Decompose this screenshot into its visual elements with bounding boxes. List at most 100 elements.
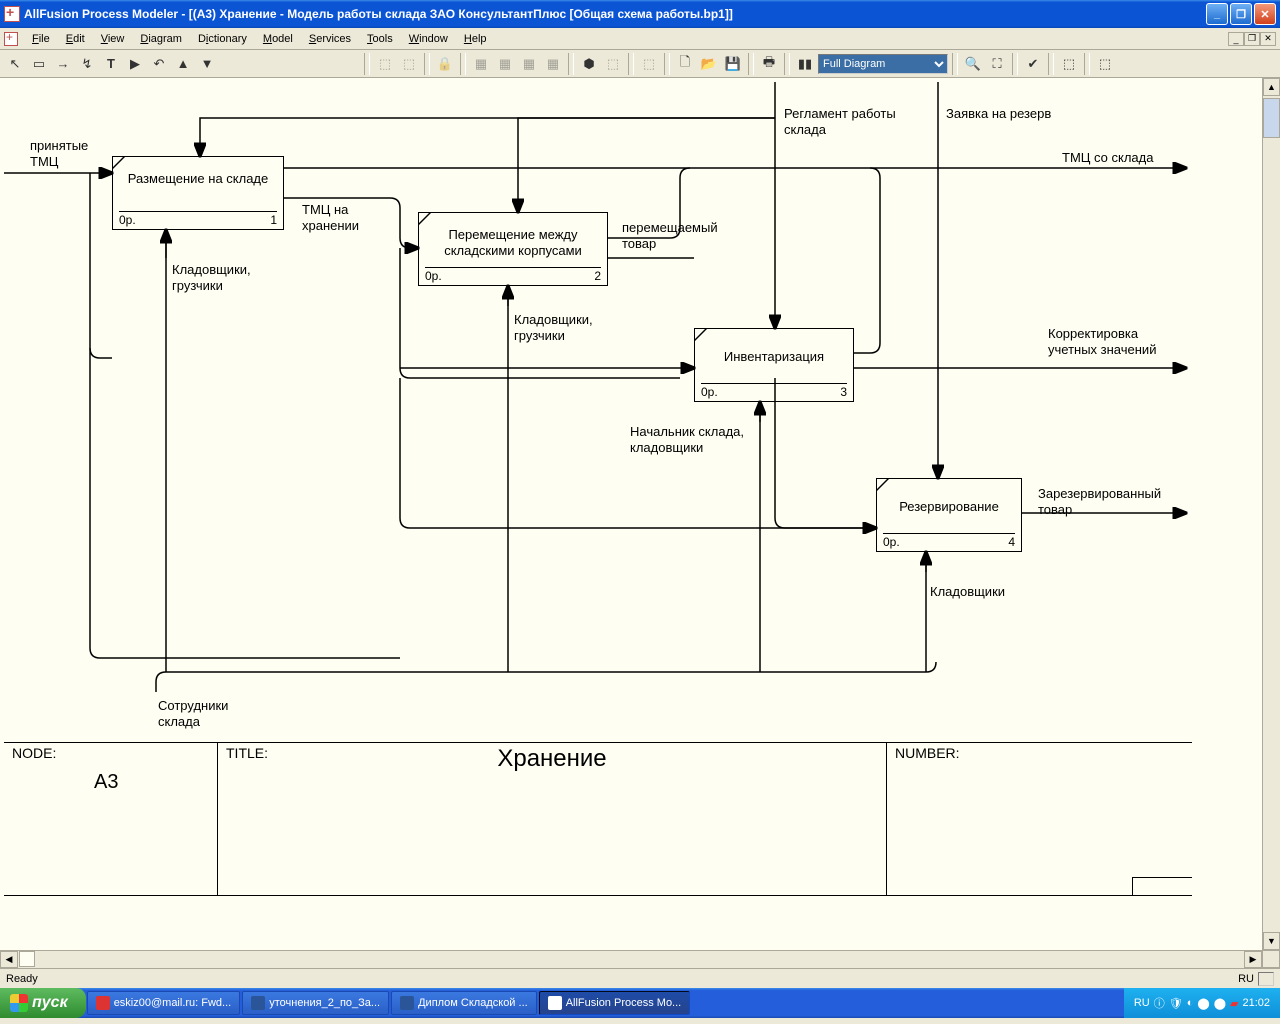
scroll-left-icon[interactable]: ◀ [0, 951, 18, 968]
spell-tool[interactable]: ✔ [1022, 53, 1044, 75]
activity-box-2[interactable]: Перемещение между складскими корпусами 0… [418, 212, 608, 286]
menu-tools[interactable]: Tools [359, 31, 401, 47]
activity-box-4[interactable]: Резервирование 0р.4 [876, 478, 1022, 552]
menu-file[interactable]: File [24, 31, 58, 47]
menu-window[interactable]: Window [401, 31, 456, 47]
close-button[interactable]: ✕ [1254, 3, 1276, 25]
undo-tool[interactable]: ↶ [148, 53, 170, 75]
number-subbox [1132, 877, 1192, 895]
print-tool[interactable]: 🖶 [758, 53, 780, 75]
vertical-scrollbar[interactable]: ▲ ▼ [1262, 78, 1280, 950]
menu-dictionary[interactable]: Dictionary [190, 31, 255, 47]
tree-tool[interactable]: ⬚ [1058, 53, 1080, 75]
task-item-word2[interactable]: Диплом Складской ... [391, 991, 537, 1015]
title-value: Хранение [497, 745, 606, 773]
grid-tool-1: ▦ [470, 53, 492, 75]
window-titlebar: AllFusion Process Modeler - [(A3) Хранен… [0, 0, 1280, 28]
down-tool[interactable]: ▼ [196, 53, 218, 75]
number-label: NUMBER: [895, 745, 960, 761]
system-tray[interactable]: RU ⓘ 🛡 ◐ ⬤ ⬤ ▰ 21:02 [1124, 988, 1280, 1018]
windows-logo-icon [10, 994, 28, 1012]
label-input: принятые ТМЦ [30, 138, 88, 171]
menu-services[interactable]: Services [301, 31, 359, 47]
play-tool[interactable]: ▶ [124, 53, 146, 75]
label-mech3: Начальник склада, кладовщики [630, 424, 744, 457]
status-bar: Ready RU [0, 968, 1280, 988]
zoom-tool[interactable]: 🔍 [962, 53, 984, 75]
menu-edit[interactable]: Edit [58, 31, 93, 47]
canvas-area[interactable]: принятые ТМЦ Регламент работы склада Зая… [0, 78, 1280, 968]
squiggle-tool[interactable]: ↯ [76, 53, 98, 75]
activity-tool[interactable]: ▭ [28, 53, 50, 75]
grid-tool-4: ▦ [542, 53, 564, 75]
label-output-tmc: ТМЦ со склада [1062, 150, 1153, 166]
task-item-word1[interactable]: уточнения_2_по_За... [242, 991, 389, 1015]
menu-diagram[interactable]: Diagram [132, 31, 190, 47]
start-button[interactable]: пуск [0, 988, 86, 1018]
horizontal-scrollbar[interactable]: ◀ ▶ [0, 950, 1262, 968]
status-text: Ready [6, 973, 38, 985]
scroll-down-icon[interactable]: ▼ [1263, 932, 1280, 950]
tray-icon-4[interactable]: ⬤ [1214, 997, 1226, 1010]
tray-lang[interactable]: RU [1134, 997, 1150, 1009]
mdi-close[interactable]: ✕ [1260, 32, 1276, 46]
label-mech1: Кладовщики, грузчики [172, 262, 251, 295]
help-tool[interactable]: ⬚ [1094, 53, 1116, 75]
node-label: NODE: [12, 745, 56, 761]
mdi-restore[interactable]: ❐ [1244, 32, 1260, 46]
tray-icon-1[interactable]: ⓘ [1154, 995, 1165, 1011]
box2-cost: 0р. [425, 269, 442, 283]
box4-cost: 0р. [883, 535, 900, 549]
box1-title: Размещение на складе [113, 157, 283, 191]
arrow-tool[interactable]: → [52, 53, 74, 75]
box3-title: Инвентаризация [695, 329, 853, 369]
menu-help[interactable]: Help [456, 31, 495, 47]
new-tool[interactable]: 🗋 [674, 53, 696, 75]
tray-icon-3[interactable]: ⬤ [1197, 997, 1209, 1010]
minimize-button[interactable]: _ [1206, 3, 1228, 25]
lang-indicator: RU [1238, 973, 1254, 985]
scroll-right-icon[interactable]: ▶ [1244, 951, 1262, 968]
db-tool-1: ⬚ [374, 53, 396, 75]
box2-num: 2 [594, 269, 601, 283]
open-tool[interactable]: 📂 [698, 53, 720, 75]
text-tool[interactable]: T [100, 53, 122, 75]
up-tool[interactable]: ▲ [172, 53, 194, 75]
word-icon [400, 996, 414, 1010]
report-tool[interactable]: ▮▮ [794, 53, 816, 75]
window-controls: _ ❐ ✕ [1206, 3, 1276, 25]
label-mech2: Кладовщики, грузчики [514, 312, 593, 345]
task-item-allfusion[interactable]: AllFusion Process Mo... [539, 991, 691, 1015]
scroll-up-icon[interactable]: ▲ [1263, 78, 1280, 96]
activity-box-1[interactable]: Размещение на складе 0р.1 [112, 156, 284, 230]
org-tool[interactable]: ⬢ [578, 53, 600, 75]
scroll-corner [1262, 950, 1280, 968]
grid-tool-3: ▦ [518, 53, 540, 75]
view-select[interactable]: Full Diagram [818, 54, 948, 74]
tray-icon-shield[interactable]: 🛡 [1169, 997, 1183, 1010]
tray-icon-2[interactable]: ◐ [1187, 997, 1194, 1009]
maximize-button[interactable]: ❐ [1230, 3, 1252, 25]
status-indicator [1258, 972, 1274, 986]
node-value: A3 [94, 771, 118, 794]
diagram-canvas[interactable]: принятые ТМЦ Регламент работы склада Зая… [0, 78, 1192, 948]
menu-view[interactable]: View [93, 31, 133, 47]
tray-icon-avira[interactable]: ▰ [1230, 997, 1238, 1010]
pointer-tool[interactable]: ↖ [4, 53, 26, 75]
scroll-thumb[interactable] [1263, 98, 1280, 138]
label-output-rezerv: Зарезервированный товар [1038, 486, 1161, 519]
db-tool-2: ⬚ [398, 53, 420, 75]
menu-model[interactable]: Model [255, 31, 301, 47]
mdi-minimize[interactable]: _ [1228, 32, 1244, 46]
box4-num: 4 [1008, 535, 1015, 549]
task-item-opera[interactable]: eskiz00@mail.ru: Fwd... [87, 991, 241, 1015]
link-tool: ⬚ [638, 53, 660, 75]
label-output-korr: Корректировка учетных значений [1048, 326, 1156, 359]
fit-tool[interactable]: ⛶ [986, 53, 1008, 75]
save-tool[interactable]: 💾 [722, 53, 744, 75]
activity-box-3[interactable]: Инвентаризация 0р.3 [694, 328, 854, 402]
sheet-tab[interactable] [19, 951, 35, 967]
ref-tool: ⬚ [602, 53, 624, 75]
label-mech-shared: Сотрудники склада [158, 698, 228, 731]
tray-clock[interactable]: 21:02 [1242, 997, 1270, 1009]
